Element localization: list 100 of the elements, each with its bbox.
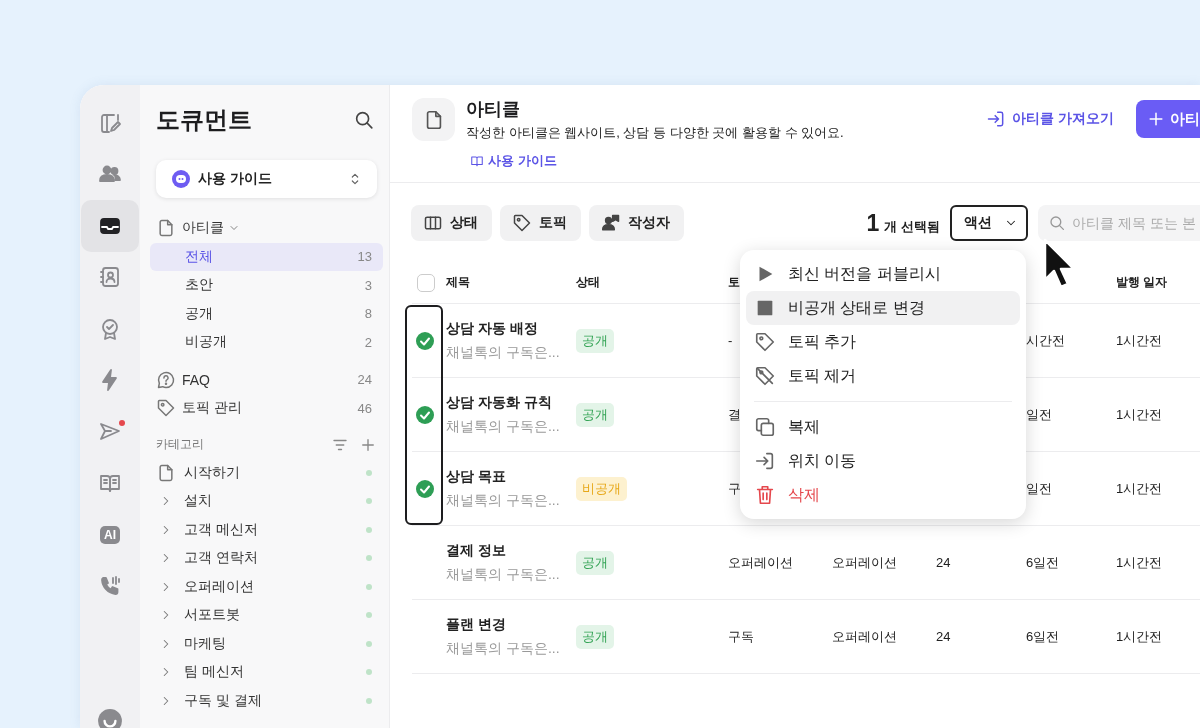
- column-header: 발행 일자: [1116, 274, 1168, 291]
- checked-checkbox[interactable]: [415, 330, 435, 351]
- create-button[interactable]: 아티: [1136, 100, 1200, 138]
- table-cell: 일전: [1026, 405, 1052, 424]
- category-item[interactable]: 시작하기: [150, 458, 383, 487]
- table-cell: 시간전: [1026, 331, 1065, 350]
- menu-item[interactable]: 비공개 상태로 변경: [746, 291, 1020, 325]
- sidebar-item[interactable]: 초안 3: [150, 271, 383, 300]
- action-dropdown[interactable]: 액션: [950, 205, 1028, 241]
- table-cell: 6일전: [1026, 627, 1060, 646]
- search-icon: [1048, 214, 1066, 232]
- status-dot: [366, 583, 372, 590]
- table-cell: 1시간전: [1116, 331, 1163, 350]
- table-cell: 1시간전: [1116, 479, 1163, 498]
- document-icon: [156, 218, 176, 239]
- article-excerpt: 채널톡의 구독은...: [446, 343, 560, 362]
- person-flag-icon: [601, 213, 621, 233]
- chat-logo-icon: [97, 708, 123, 728]
- search-icon: [353, 109, 375, 131]
- table-cell: 결: [728, 405, 741, 424]
- copy-icon: [754, 416, 776, 438]
- selection-count: 1 개 선택됨: [866, 209, 940, 237]
- checked-checkbox[interactable]: [415, 404, 435, 425]
- table-cell: -: [728, 333, 733, 348]
- article-excerpt: 채널톡의 구독은...: [446, 417, 560, 436]
- sidebar-item[interactable]: 아티클: [150, 214, 383, 243]
- space-selector[interactable]: 사용 가이드: [156, 160, 377, 198]
- tag-icon: [754, 331, 776, 353]
- search-field[interactable]: 아티클 제목 또는 본: [1038, 205, 1200, 241]
- checkbox[interactable]: [417, 273, 435, 292]
- status-dot: [366, 469, 372, 476]
- menu-item[interactable]: 토픽 추가: [746, 325, 1020, 359]
- category-item[interactable]: 고객 연락처: [150, 544, 383, 573]
- contact-card-icon: [98, 265, 122, 290]
- status-dot: [366, 697, 372, 704]
- sidebar-item[interactable]: FAQ 24: [150, 365, 383, 394]
- page-title: 아티클: [466, 98, 521, 120]
- article-title[interactable]: 상담 자동 배정: [446, 319, 538, 338]
- article-title[interactable]: 상담 자동화 규칙: [446, 393, 552, 412]
- question-bubble-icon: [156, 369, 176, 390]
- ai-icon: AI: [100, 525, 120, 544]
- columns-icon: [423, 213, 443, 233]
- status-dot: [366, 555, 372, 562]
- tag-crossed-icon: [754, 365, 776, 387]
- sidebar-item[interactable]: 전체 13: [150, 242, 383, 271]
- table-cell: 오퍼레이션: [832, 553, 897, 572]
- status-dot: [366, 612, 372, 619]
- category-item[interactable]: 설치: [150, 487, 383, 516]
- menu-item[interactable]: 토픽 제거: [746, 359, 1020, 393]
- category-item[interactable]: 고객 메신저: [150, 515, 383, 544]
- filter-button[interactable]: 작성자: [589, 205, 684, 241]
- status-badge: 공개: [576, 624, 614, 649]
- table-cell: 구: [728, 479, 741, 498]
- table-cell: 오퍼레이션: [832, 627, 897, 646]
- sidebar-item[interactable]: 공개 8: [150, 299, 383, 328]
- table-cell: 1시간전: [1116, 405, 1163, 424]
- menu-item[interactable]: 복제: [746, 410, 1020, 444]
- sidebar-item[interactable]: 비공개 2: [150, 328, 383, 357]
- table-cell: 6일전: [1026, 553, 1060, 572]
- status-dot: [366, 526, 372, 533]
- import-link[interactable]: 아티클 가져오기: [986, 109, 1114, 129]
- table-cell: 1시간전: [1116, 627, 1163, 646]
- tag-icon: [512, 213, 532, 233]
- status-badge: 공개: [576, 328, 614, 353]
- category-item[interactable]: 오퍼레이션: [150, 572, 383, 601]
- rail-button[interactable]: [81, 200, 139, 252]
- checked-checkbox[interactable]: [415, 478, 435, 499]
- article-title[interactable]: 결제 정보: [446, 541, 506, 560]
- article-title[interactable]: 상담 목표: [446, 467, 506, 486]
- table-cell: 오퍼레이션: [728, 553, 793, 572]
- trash-icon: [754, 484, 776, 506]
- status-dot: [366, 498, 372, 505]
- category-item[interactable]: 서포트봇: [150, 601, 383, 630]
- category-item[interactable]: 마케팅: [150, 629, 383, 658]
- table-cell: 구독: [728, 627, 754, 646]
- menu-item[interactable]: 최신 버전을 퍼블리시: [746, 257, 1020, 291]
- column-header: 제목: [446, 274, 470, 291]
- filter-button[interactable]: 토픽: [500, 205, 581, 241]
- page-description: 작성한 아티클은 웹사이트, 상담 등 다양한 곳에 활용할 수 있어요.: [466, 124, 844, 142]
- menu-item[interactable]: 삭제: [746, 478, 1020, 512]
- guide-link[interactable]: 사용 가이드: [470, 152, 557, 170]
- sidebar-item[interactable]: 토픽 관리 46: [150, 394, 383, 423]
- status-badge: 공개: [576, 402, 614, 427]
- column-header: 토: [728, 274, 740, 291]
- arrow-into-box-icon: [754, 450, 776, 472]
- chat-logo-icon: [172, 170, 190, 188]
- category-item[interactable]: 구독 및 결제: [150, 686, 383, 715]
- sidebar-title: 도큐먼트: [156, 105, 252, 135]
- article-excerpt: 채널톡의 구독은...: [446, 491, 560, 510]
- category-item[interactable]: 팀 메신저: [150, 658, 383, 687]
- status-badge: 비공개: [576, 476, 627, 501]
- tag-icon: [156, 398, 176, 419]
- filter-button[interactable]: 상태: [411, 205, 492, 241]
- article-excerpt: 채널톡의 구독은...: [446, 639, 560, 658]
- document-icon: [156, 462, 176, 483]
- status-dot: [366, 640, 372, 647]
- menu-item[interactable]: 위치 이동: [746, 444, 1020, 478]
- article-title[interactable]: 플랜 변경: [446, 615, 506, 634]
- column-header: 상태: [576, 274, 600, 291]
- table-cell: 일전: [1026, 479, 1052, 498]
